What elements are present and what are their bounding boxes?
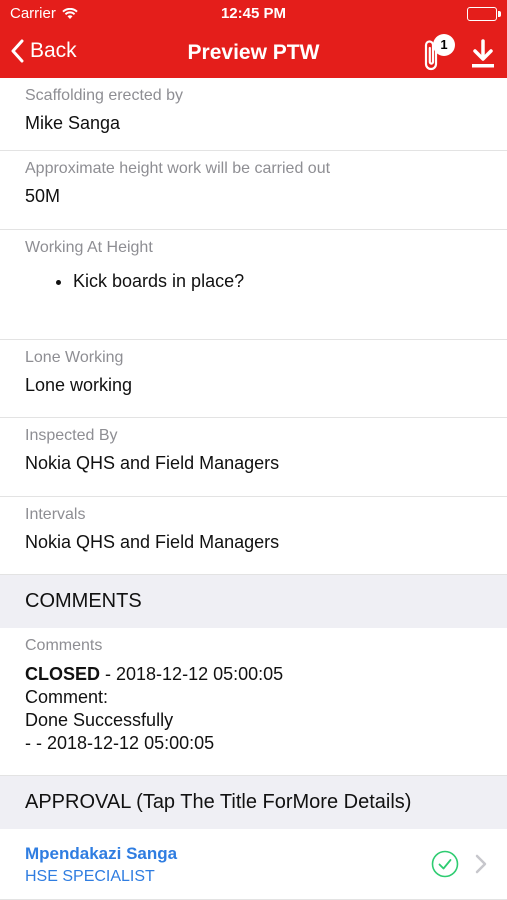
approver-name[interactable]: Mpendakazi Sanga bbox=[25, 844, 482, 864]
download-icon bbox=[472, 39, 494, 68]
comment-timestamp: - 2018-12-12 05:00:05 bbox=[100, 664, 284, 684]
chevron-right-icon bbox=[475, 854, 487, 874]
attachments-button[interactable]: 1 bbox=[419, 34, 455, 72]
clock: 12:45 PM bbox=[220, 5, 287, 22]
comments-block: Comments CLOSED - 2018-12-12 05:00:05 Co… bbox=[0, 628, 507, 776]
comment-text: Done Successfully bbox=[25, 710, 174, 730]
approver-role: HSE SPECIALIST bbox=[25, 868, 155, 885]
comments-label: Comments bbox=[25, 637, 103, 654]
comment-footer: - - 2018-12-12 05:00:05 bbox=[25, 733, 215, 753]
field-label: Intervals bbox=[25, 506, 86, 523]
field-value: 50M bbox=[25, 186, 61, 206]
field-intervals: Intervals Nokia QHS and Field Managers bbox=[0, 497, 507, 575]
checklist-item: Kick boards in place? bbox=[73, 271, 482, 292]
field-value: Nokia QHS and Field Managers bbox=[25, 532, 280, 552]
comment-status-line: CLOSED - 2018-12-12 05:00:05 bbox=[25, 663, 482, 686]
field-label: Lone Working bbox=[25, 349, 124, 366]
status-bar: Carrier 12:45 PM bbox=[0, 0, 507, 28]
download-button[interactable] bbox=[469, 38, 497, 70]
nav-bar: Back Preview PTW 1 bbox=[0, 28, 507, 78]
checklist: Kick boards in place? bbox=[25, 271, 482, 292]
field-approx-height: Approximate height work will be carried … bbox=[0, 151, 507, 230]
approver-row[interactable]: Mpendakazi Sanga HSE SPECIALIST bbox=[0, 829, 507, 900]
field-value: Mike Sanga bbox=[25, 113, 121, 133]
field-label: Approximate height work will be carried … bbox=[25, 160, 331, 177]
field-lone-working: Lone Working Lone working bbox=[0, 340, 507, 418]
field-label: Inspected By bbox=[25, 427, 118, 444]
field-inspected-by: Inspected By Nokia QHS and Field Manager… bbox=[0, 418, 507, 497]
approval-section-header[interactable]: APPROVAL (Tap The Title ForMore Details) bbox=[0, 776, 507, 829]
field-label: Working At Height bbox=[25, 239, 153, 256]
field-label: Scaffolding erected by bbox=[25, 87, 184, 104]
comment-body: CLOSED - 2018-12-12 05:00:05 Comment: Do… bbox=[25, 663, 482, 755]
battery-icon bbox=[467, 7, 501, 21]
field-value: Lone working bbox=[25, 375, 133, 395]
status-badge: CLOSED bbox=[25, 664, 101, 684]
comment-heading: Comment: bbox=[25, 687, 109, 707]
field-scaffolding-erected-by: Scaffolding erected by Mike Sanga bbox=[0, 78, 507, 151]
attachment-count-badge: 1 bbox=[433, 34, 455, 56]
comments-section-header: COMMENTS bbox=[0, 575, 507, 628]
field-working-at-height: Working At Height Kick boards in place? bbox=[0, 230, 507, 340]
field-value: Nokia QHS and Field Managers bbox=[25, 453, 280, 473]
check-circle-icon bbox=[431, 850, 459, 878]
